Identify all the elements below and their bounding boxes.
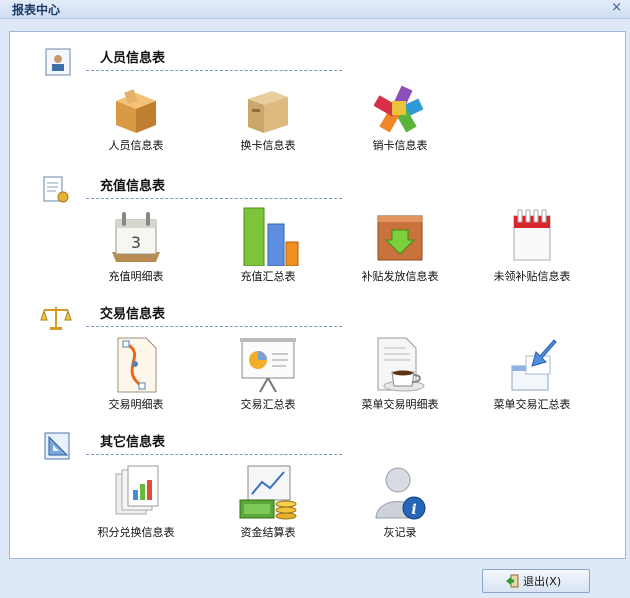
report-item-recharge-summary[interactable]: 充值汇总表: [208, 206, 328, 284]
download-box-icon: [377, 215, 423, 261]
window-title: 报表中心: [12, 3, 61, 17]
arrow-window-icon: [511, 339, 557, 391]
exit-button[interactable]: 退出(X): [482, 569, 590, 593]
report-item-label: 充值明细表: [108, 270, 164, 283]
report-item-label: 灰记录: [383, 526, 417, 539]
report-item-subsidy-issue[interactable]: 补贴发放信息表: [340, 206, 460, 284]
close-icon[interactable]: ×: [611, 0, 622, 15]
money-chart-icon: [239, 465, 297, 520]
report-item-label: 人员信息表: [108, 139, 164, 152]
box-icon: [116, 89, 156, 133]
red-calendar-icon: [513, 209, 551, 261]
report-item-card-change[interactable]: 换卡信息表: [208, 83, 328, 153]
section-divider: [86, 454, 342, 455]
title-bar: 报表中心 ×: [0, 0, 630, 19]
report-item-unclaimed-subsidy[interactable]: 未领补贴信息表: [472, 206, 592, 284]
section-divider: [86, 198, 342, 199]
report-item-label: 菜单交易汇总表: [493, 398, 571, 411]
report-item-label: 菜单交易明细表: [361, 398, 439, 411]
section-title-transaction: 交易信息表: [100, 307, 166, 322]
section-divider: [86, 70, 342, 71]
report-item-transaction-summary[interactable]: 交易汇总表: [208, 336, 328, 412]
report-item-menu-transaction-detail[interactable]: 菜单交易明细表: [340, 336, 460, 412]
report-item-personnel-info[interactable]: 人员信息表: [76, 83, 196, 153]
report-item-label: 积分兑换信息表: [97, 526, 175, 539]
report-item-label: 交易汇总表: [240, 398, 296, 411]
calendar-day: 3: [131, 233, 141, 252]
person-card-icon: [44, 47, 72, 77]
report-item-card-cancel[interactable]: 销卡信息表: [340, 83, 460, 153]
report-item-gray-record[interactable]: i 灰记录: [340, 464, 460, 540]
section-title-recharge: 充值信息表: [100, 179, 166, 194]
report-item-label: 交易明细表: [108, 398, 164, 411]
color-swatches-icon: [374, 85, 424, 133]
svg-text:i: i: [411, 502, 416, 518]
exit-icon: [506, 574, 519, 588]
vector-path-icon: [117, 337, 157, 393]
report-item-label: 资金结算表: [240, 526, 296, 539]
closed-box-icon: [248, 91, 288, 133]
section-title-personnel: 人员信息表: [100, 51, 166, 66]
exit-button-label: 退出(X): [523, 575, 562, 588]
report-item-points-exchange[interactable]: 积分兑换信息表: [76, 464, 196, 540]
report-item-menu-transaction-summary[interactable]: 菜单交易汇总表: [472, 336, 592, 412]
report-item-transaction-detail[interactable]: 交易明细表: [76, 336, 196, 412]
document-coins-icon: [42, 175, 70, 205]
report-item-label: 销卡信息表: [372, 139, 428, 152]
report-item-recharge-detail[interactable]: 3 充值明细表: [76, 206, 196, 284]
coffee-document-icon: [377, 337, 425, 392]
report-item-label: 换卡信息表: [240, 139, 296, 152]
stacked-reports-icon: [115, 465, 159, 515]
ruler-triangle-icon: [43, 431, 71, 461]
report-item-label: 未领补贴信息表: [493, 270, 571, 283]
calendar-icon: 3: [112, 212, 160, 262]
report-item-label: 补贴发放信息表: [361, 270, 439, 283]
section-divider: [86, 326, 342, 327]
user-info-icon: i: [375, 467, 426, 520]
presentation-icon: [240, 338, 296, 393]
scales-icon: [40, 303, 72, 333]
report-item-fund-settlement[interactable]: 资金结算表: [208, 464, 328, 540]
bar-chart-icon: [243, 207, 299, 266]
section-title-other: 其它信息表: [100, 435, 166, 450]
report-item-label: 充值汇总表: [240, 270, 296, 283]
